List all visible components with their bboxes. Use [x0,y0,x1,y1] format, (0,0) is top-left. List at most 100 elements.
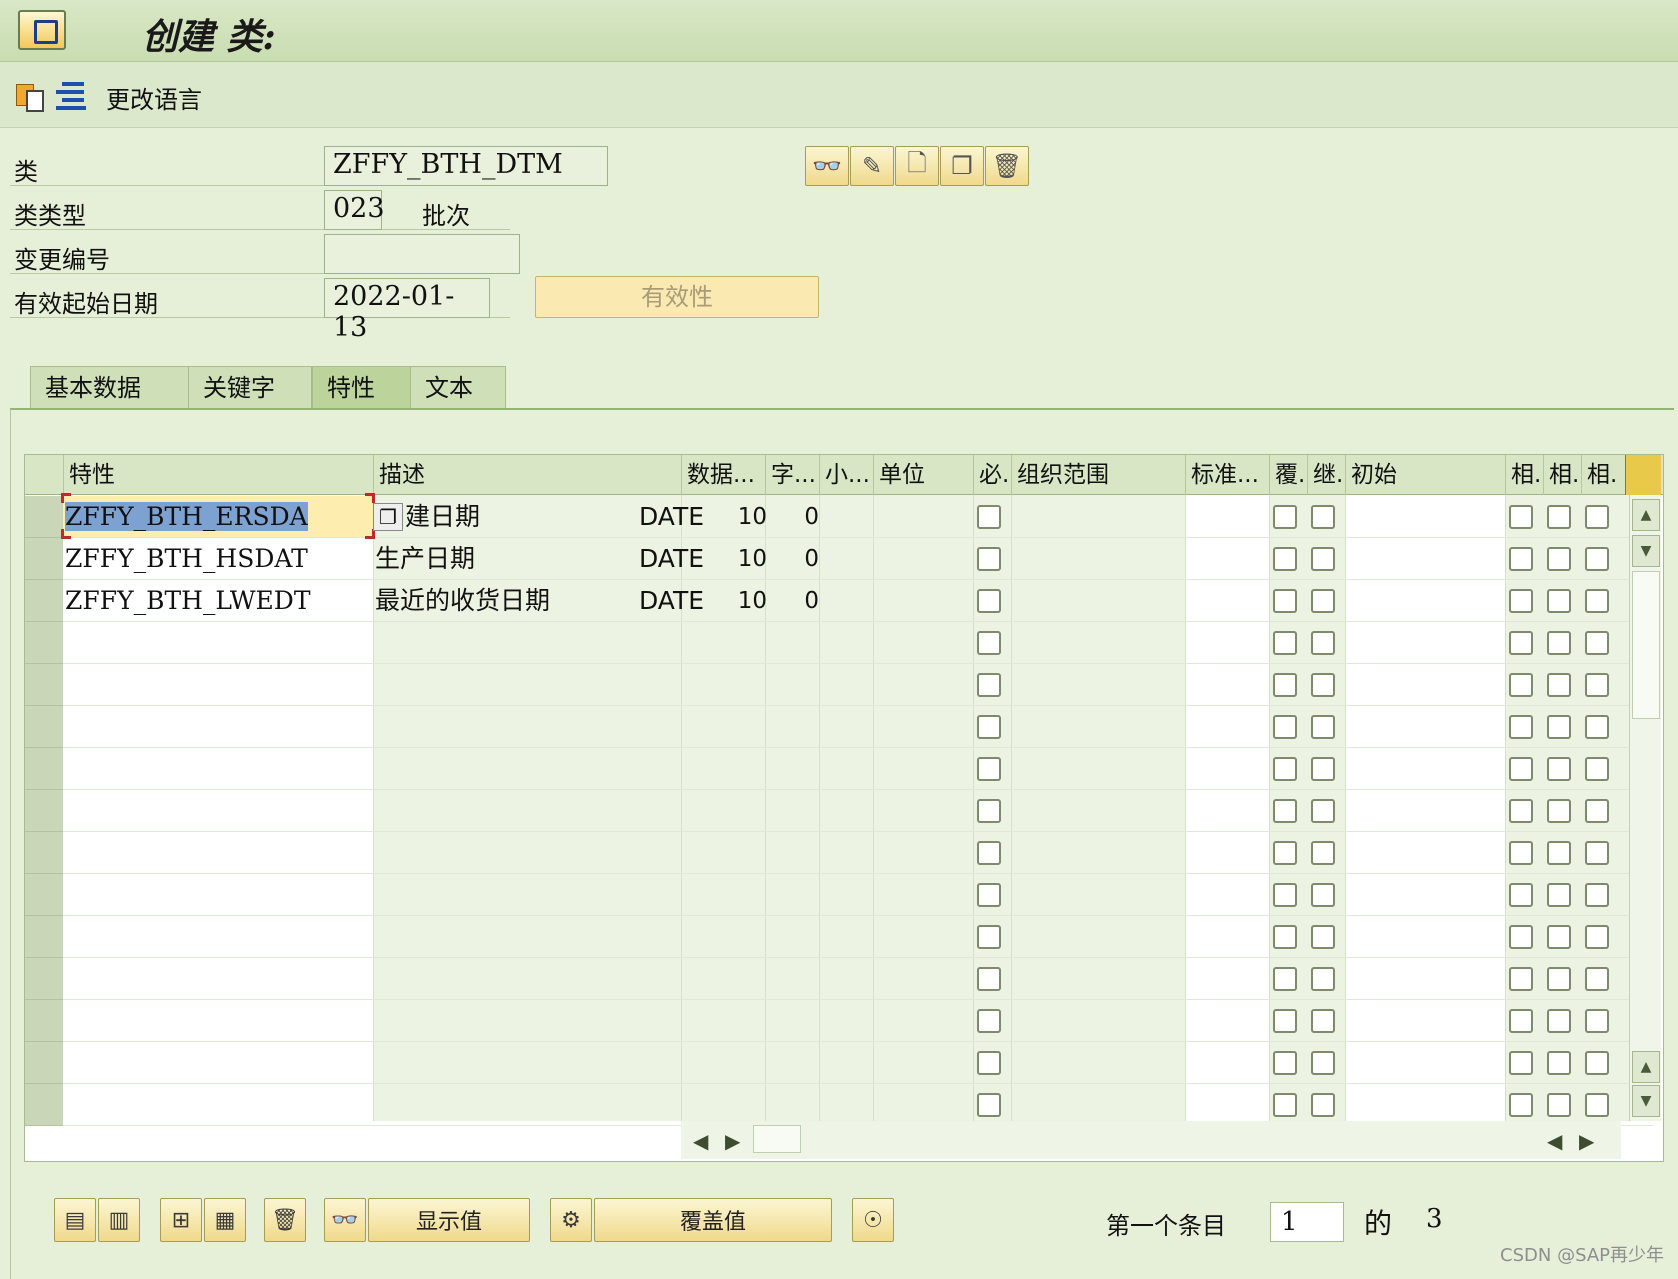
row-checkbox[interactable] [1311,589,1335,613]
row-checkbox[interactable] [1509,1051,1533,1075]
row-checkbox[interactable] [1311,673,1335,697]
row-selector[interactable] [25,874,63,916]
valid-from-field[interactable]: 2022-01-13 [324,278,490,343]
initial-cell[interactable] [1345,958,1505,1000]
row-checkbox[interactable] [1311,883,1335,907]
characteristic-cell[interactable] [63,790,371,832]
row-selector[interactable] [25,706,63,748]
insert-row-icon[interactable]: ⊞ [160,1198,202,1242]
row-checkbox[interactable] [1311,1009,1335,1033]
row-checkbox[interactable] [1273,757,1297,781]
change-number-field[interactable] [324,234,520,274]
row-selector[interactable] [25,664,63,706]
col-header-unit[interactable]: 单位 [873,455,973,495]
unit-cell[interactable] [873,1084,973,1126]
row-checkbox[interactable] [977,1093,1001,1117]
standard-cell[interactable] [1185,790,1269,832]
unit-cell[interactable] [873,580,973,622]
row-checkbox[interactable] [1585,841,1609,865]
row-checkbox[interactable] [977,841,1001,865]
col-header-data-type[interactable]: 数据... [681,455,765,495]
standard-cell[interactable] [1185,580,1269,622]
copy-icon[interactable]: ❐ [940,146,984,186]
change-language-button[interactable]: 更改语言 [106,80,202,115]
unit-cell[interactable] [873,832,973,874]
row-checkbox[interactable] [1585,673,1609,697]
col-header-characteristic[interactable]: 特性 [63,455,373,495]
row-selector[interactable] [25,790,63,832]
standard-cell[interactable] [1185,1042,1269,1084]
row-checkbox[interactable] [1509,505,1533,529]
row-checkbox[interactable] [1273,715,1297,739]
row-checkbox[interactable] [1585,631,1609,655]
display-values-button[interactable]: 显示值 [368,1198,530,1242]
characteristic-cell[interactable] [63,1084,371,1126]
standard-cell[interactable] [1185,706,1269,748]
class-field[interactable]: ZFFY_BTH_DTM [324,146,608,186]
col-header-rel-2[interactable]: 相. [1543,455,1581,495]
initial-cell[interactable] [1345,496,1505,538]
row-selector[interactable] [25,622,63,664]
initial-cell[interactable] [1345,1042,1505,1084]
characteristic-cell[interactable] [63,1000,371,1042]
characteristic-cell[interactable] [63,748,371,790]
row-checkbox[interactable] [1585,967,1609,991]
row-checkbox[interactable] [1585,925,1609,949]
row-checkbox[interactable] [1509,925,1533,949]
scroll-page-up-icon[interactable]: ▲ [1632,1051,1660,1083]
new-document-icon[interactable]: 🗋 [895,146,939,186]
row-checkbox[interactable] [1273,841,1297,865]
row-checkbox[interactable] [1311,757,1335,781]
initial-cell[interactable] [1345,1084,1505,1126]
row-checkbox[interactable] [1311,841,1335,865]
standard-cell[interactable] [1185,958,1269,1000]
row-checkbox[interactable] [1509,1009,1533,1033]
standard-cell[interactable] [1185,538,1269,580]
unit-cell[interactable] [873,874,973,916]
row-checkbox[interactable] [977,631,1001,655]
unit-cell[interactable] [873,1042,973,1084]
row-checkbox[interactable] [1547,1009,1571,1033]
row-checkbox[interactable] [1273,883,1297,907]
row-checkbox[interactable] [1547,799,1571,823]
unit-cell[interactable] [873,1000,973,1042]
scroll-up-icon[interactable]: ▲ [1632,499,1660,531]
col-header-standard[interactable]: 标准... [1185,455,1269,495]
scroll-right-icon[interactable]: ▶ [725,1129,740,1153]
col-header-initial[interactable]: 初始 [1345,455,1505,495]
scroll-thumb[interactable] [1632,571,1660,719]
row-checkbox[interactable] [1311,505,1335,529]
characteristic-cell[interactable] [63,916,371,958]
row-checkbox[interactable] [977,925,1001,949]
scroll-left-icon[interactable]: ◀ [693,1129,708,1153]
row-checkbox[interactable] [1509,1093,1533,1117]
row-checkbox[interactable] [1509,967,1533,991]
row-checkbox[interactable] [1585,1009,1609,1033]
unit-cell[interactable] [873,496,973,538]
col-header-org-area[interactable]: 组织范围 [1011,455,1185,495]
row-checkbox[interactable] [1273,673,1297,697]
row-checkbox[interactable] [1585,799,1609,823]
display-glasses-icon[interactable]: 👓 [805,146,849,186]
tab-basic-data[interactable]: 基本数据 [30,366,198,410]
row-checkbox[interactable] [1273,967,1297,991]
overwrite-values-icon[interactable]: ⚙ [550,1198,592,1242]
row-checkbox[interactable] [1509,673,1533,697]
row-checkbox[interactable] [977,505,1001,529]
initial-cell[interactable] [1345,832,1505,874]
row-selector[interactable] [25,916,63,958]
row-checkbox[interactable] [977,757,1001,781]
standard-cell[interactable] [1185,622,1269,664]
initial-cell[interactable] [1345,790,1505,832]
row-checkbox[interactable] [977,715,1001,739]
row-checkbox[interactable] [977,1009,1001,1033]
unit-cell[interactable] [873,622,973,664]
row-checkbox[interactable] [1311,715,1335,739]
row-checkbox[interactable] [1547,757,1571,781]
row-checkbox[interactable] [1547,883,1571,907]
initial-cell[interactable] [1345,748,1505,790]
display-values-icon[interactable]: 👓 [324,1198,366,1242]
characteristic-cell[interactable]: ZFFY_BTH_LWEDT [63,580,371,622]
language-icon[interactable] [54,78,88,112]
row-checkbox[interactable] [1509,841,1533,865]
